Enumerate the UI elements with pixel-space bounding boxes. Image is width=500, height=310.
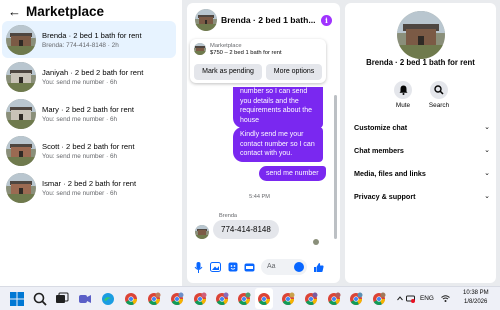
sender-avatar <box>195 225 209 239</box>
customize-chat-row[interactable]: Customize chat ⌄ <box>354 121 490 133</box>
clock-time[interactable]: 10:38 PM <box>463 290 489 296</box>
chat-panel: Brenda · 2 bed 1 bath... i Marketplace $… <box>187 3 340 283</box>
section-label: Customize chat <box>354 122 408 132</box>
clock-date[interactable]: 1/8/2026 <box>464 299 487 305</box>
conversation-item-ismar[interactable]: Ismar · 2 bed 2 bath for rent You: send … <box>2 169 176 206</box>
listing-price-title[interactable]: $750 – 2 bed 1 bath for rent <box>210 50 282 56</box>
profile-avatar[interactable] <box>397 11 445 59</box>
chat-title[interactable]: Brenda · 2 bed 1 bath... <box>221 15 321 25</box>
chat-header: Brenda · 2 bed 1 bath... i <box>187 3 340 37</box>
listing-label: Marketplace <box>210 43 242 49</box>
conversation-item-mary[interactable]: Mary · 2 bed 2 bath for rent You: send m… <box>2 95 176 132</box>
received-message: 774-414-8148 <box>213 220 279 239</box>
windows-start-icon[interactable] <box>10 292 24 306</box>
chat-members-row[interactable]: Chat members ⌄ <box>354 144 490 156</box>
seen-indicator-avatar <box>313 239 319 245</box>
sent-message: send me number <box>259 166 326 181</box>
wifi-icon[interactable] <box>441 294 450 303</box>
back-arrow-icon[interactable]: ← <box>8 4 26 19</box>
chrome-profile-icon[interactable] <box>349 292 363 306</box>
chrome-profile-icon[interactable] <box>327 292 341 306</box>
message-input-placeholder: Aa <box>267 263 276 270</box>
gif-icon[interactable] <box>244 262 255 273</box>
conversation-name: Janiyah · 2 bed 2 bath for rent <box>42 67 144 77</box>
bell-icon <box>394 81 412 99</box>
left-header: ← Marketplace <box>0 0 182 22</box>
task-view-icon[interactable] <box>55 292 69 306</box>
message-thread: number so I can send you details and the… <box>187 87 340 255</box>
conversation-name: Scott · 2 bed 2 bath for rent <box>42 141 135 151</box>
conversation-name: Ismar · 2 bed 2 bath for rent <box>42 178 137 188</box>
network-icon[interactable] <box>406 294 415 303</box>
conversation-item-scott[interactable]: Scott · 2 bed 2 bath for rent You: send … <box>2 132 176 169</box>
more-options-button[interactable]: More options <box>266 64 322 80</box>
section-label: Chat members <box>354 145 404 155</box>
page-title: Marketplace <box>26 3 105 19</box>
conversation-preview: You: send me number · 6h <box>42 115 118 123</box>
chrome-active-icon[interactable] <box>257 292 271 306</box>
chevron-down-icon: ⌄ <box>484 170 490 177</box>
conversation-name: Brenda · 2 bed 1 bath for rent <box>42 30 142 40</box>
info-icon[interactable]: i <box>321 14 332 26</box>
chrome-profile-icon[interactable] <box>281 292 295 306</box>
section-label: Privacy & support <box>354 191 416 201</box>
message-composer: Aa <box>187 255 340 279</box>
chrome-profile-icon[interactable] <box>237 292 251 306</box>
privacy-support-row[interactable]: Privacy & support ⌄ <box>354 190 490 202</box>
search-icon <box>430 81 448 99</box>
chrome-icon[interactable] <box>124 292 138 306</box>
teams-meet-icon[interactable] <box>78 292 92 306</box>
chrome-profile-icon[interactable] <box>170 292 184 306</box>
conversation-name: Mary · 2 bed 2 bath for rent <box>42 104 135 114</box>
mark-as-pending-button[interactable]: Mark as pending <box>194 64 262 80</box>
windows-taskbar: ENG 10:38 PM 1/8/2026 <box>0 286 500 310</box>
sent-message: Kindly send me your contact number so I … <box>233 127 323 162</box>
chrome-profile-icon[interactable] <box>215 292 229 306</box>
emoji-icon[interactable] <box>294 262 304 272</box>
chrome-profile-icon[interactable] <box>147 292 161 306</box>
mute-label: Mute <box>395 102 411 109</box>
listing-card: Marketplace $750 – 2 bed 1 bath for rent… <box>190 39 326 83</box>
microphone-icon[interactable] <box>193 261 204 273</box>
search-button[interactable]: Search <box>424 81 454 109</box>
media-files-links-row[interactable]: Media, files and links ⌄ <box>354 167 490 179</box>
profile-name: Brenda · 2 bed 1 bath for rent <box>366 58 475 67</box>
image-icon[interactable] <box>210 262 221 273</box>
listing-thumbnail[interactable] <box>194 43 206 55</box>
sender-name: Brenda <box>219 213 238 219</box>
chevron-down-icon: ⌄ <box>484 193 490 200</box>
mute-button[interactable]: Mute <box>388 81 418 109</box>
edge-browser-icon[interactable] <box>101 292 115 306</box>
chrome-profile-icon[interactable] <box>304 292 318 306</box>
chevron-up-icon[interactable] <box>397 296 403 301</box>
conversation-preview: You: send me number · 6h <box>42 78 118 86</box>
conversation-preview: You: send me number · 6h <box>42 152 118 160</box>
sent-message: number so I can send you details and the… <box>233 87 323 128</box>
search-icon[interactable] <box>33 292 47 306</box>
avatar <box>6 135 36 166</box>
sticker-icon[interactable] <box>227 262 238 273</box>
avatar <box>6 172 36 203</box>
message-timestamp: 5:44 PM <box>249 194 270 200</box>
chevron-down-icon: ⌄ <box>484 124 490 131</box>
conversation-item-janiyah[interactable]: Janiyah · 2 bed 2 bath for rent You: sen… <box>2 58 176 95</box>
chat-details-panel: Brenda · 2 bed 1 bath for rent Mute Sear… <box>345 3 496 283</box>
like-thumb-icon[interactable] <box>313 262 324 273</box>
chrome-profile-icon[interactable] <box>372 292 386 306</box>
avatar <box>6 98 36 129</box>
conversation-preview: You: send me number · 6h <box>42 189 118 197</box>
chat-scrollbar[interactable] <box>334 95 337 239</box>
conversation-list-panel: ← Marketplace Brenda · 2 bed 1 bath for … <box>0 0 182 286</box>
message-input[interactable]: Aa <box>261 259 307 275</box>
section-label: Media, files and links <box>354 168 426 178</box>
chrome-profile-icon[interactable] <box>193 292 207 306</box>
search-label: Search <box>428 102 450 109</box>
conversation-preview: Brenda: 774-414-8148 · 2h <box>42 41 119 49</box>
avatar <box>6 61 36 92</box>
avatar <box>6 24 36 55</box>
language-indicator[interactable]: ENG <box>420 295 434 302</box>
conversation-item-brenda[interactable]: Brenda · 2 bed 1 bath for rent Brenda: 7… <box>2 21 176 58</box>
chevron-down-icon: ⌄ <box>484 147 490 154</box>
chat-avatar[interactable] <box>195 9 217 31</box>
